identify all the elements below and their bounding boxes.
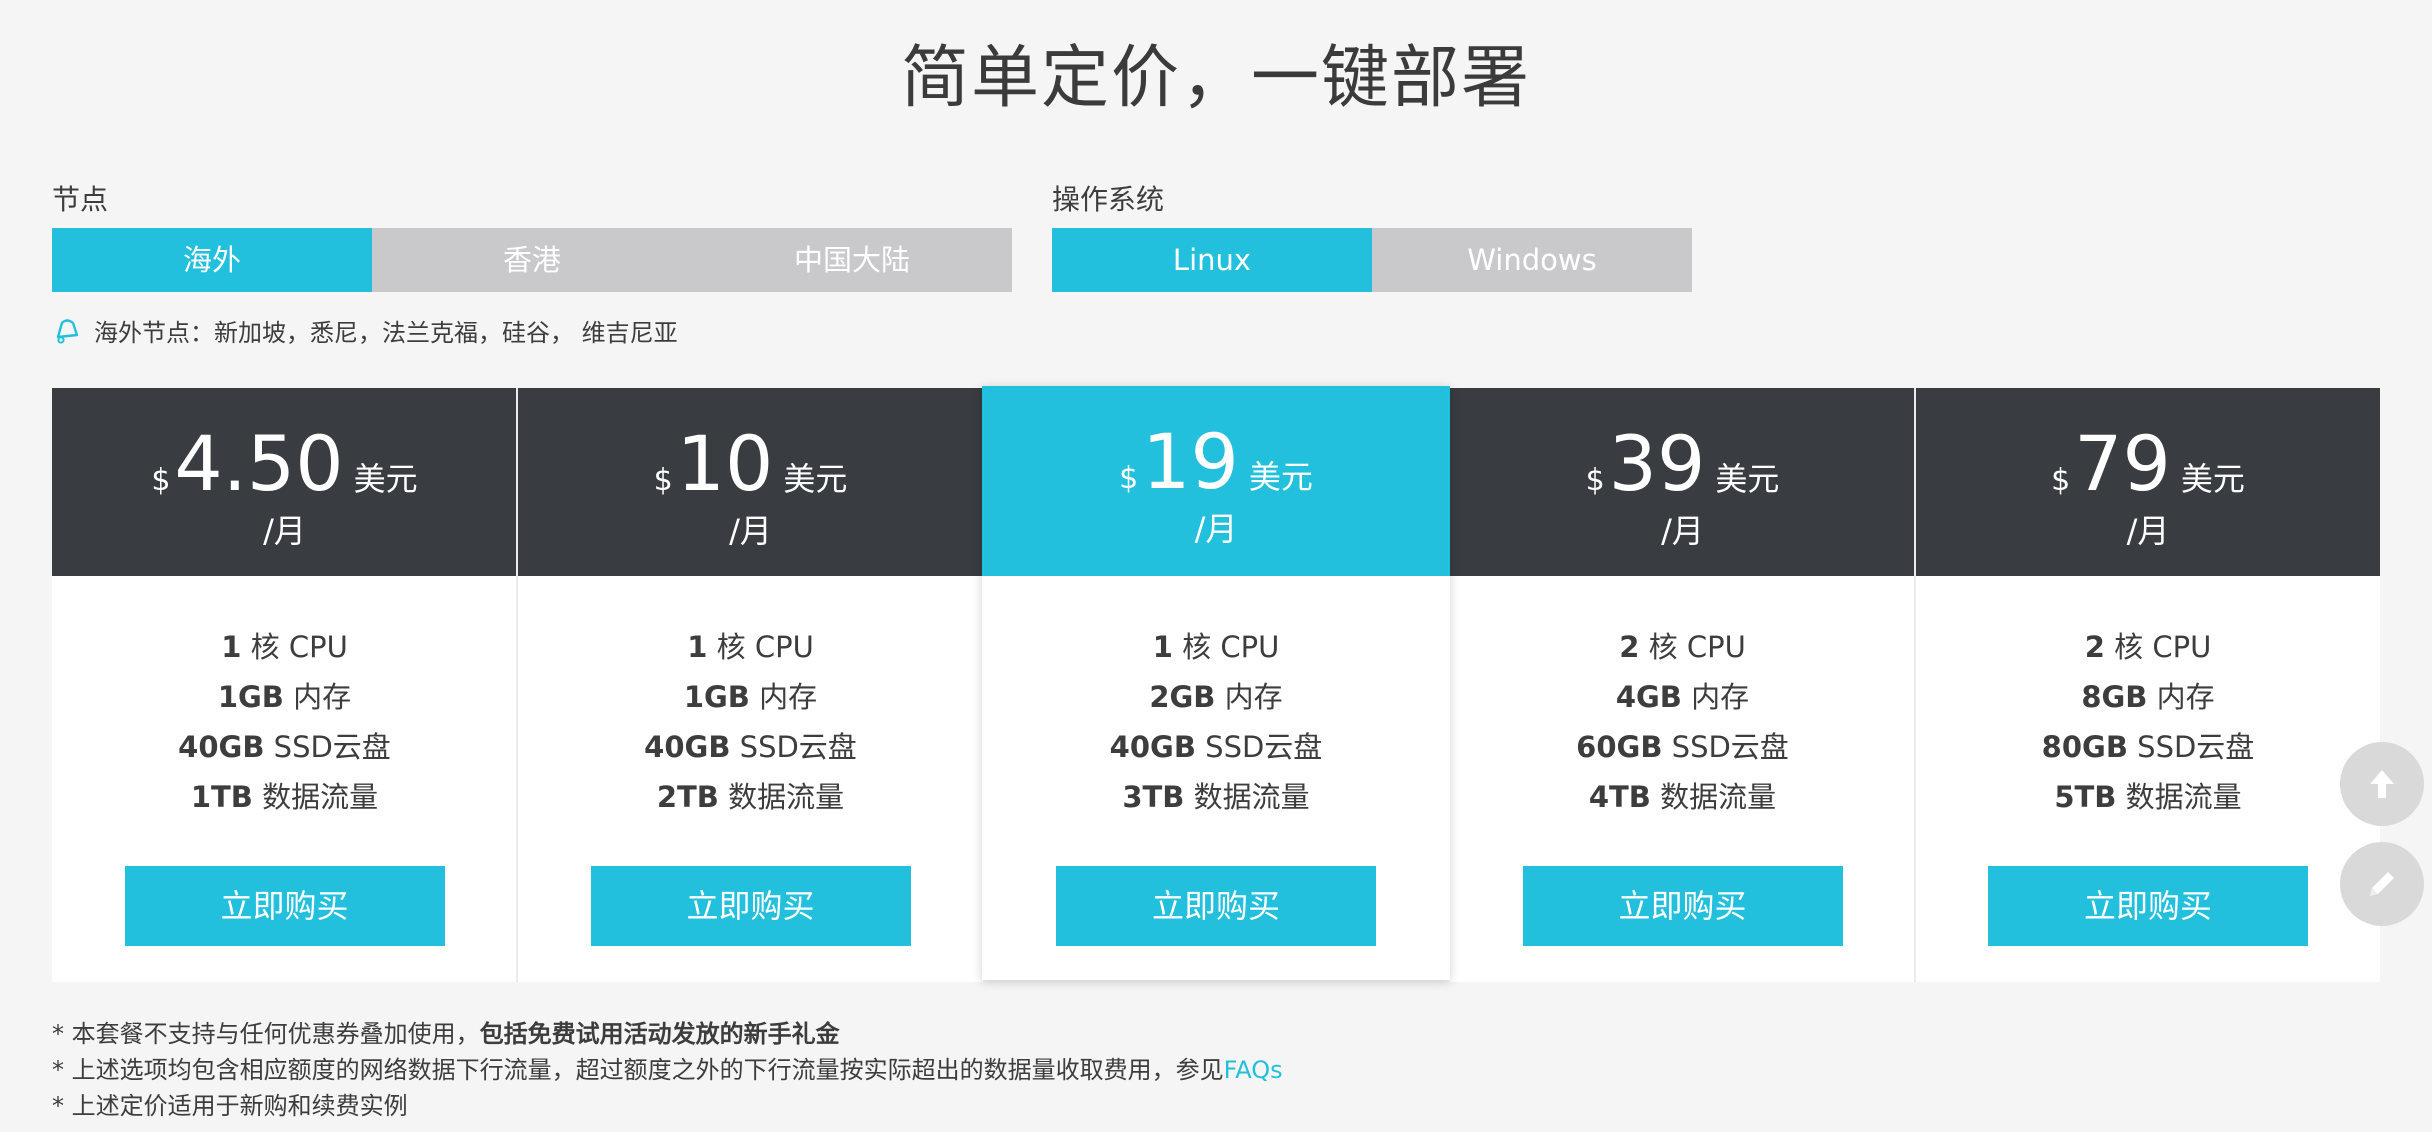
node-label: 节点 (52, 183, 109, 216)
spec-cpu: 1 核 CPU (221, 630, 348, 664)
price-unit: 美元 (353, 460, 418, 498)
price-period: /月 (1194, 510, 1238, 548)
price-unit: 美元 (2180, 460, 2245, 498)
plan-card: $ 10 美元 /月 1 核 CPU 1GB 内存 40GB SSD云盘 2TB… (518, 388, 983, 982)
price-amount: 4.50 (174, 419, 344, 508)
spec-traffic: 1TB 数据流量 (190, 780, 379, 814)
buy-now-button[interactable]: 立即购买 (590, 866, 911, 946)
buy-now-button[interactable]: 立即购买 (1988, 866, 2308, 946)
plan-price-header: $ 4.50 美元 /月 (52, 388, 517, 576)
price-period: /月 (1661, 512, 1704, 550)
plan-specs: 2 核 CPU 8GB 内存 80GB SSD云盘 5TB 数据流量 立即购买 (1916, 576, 2380, 946)
os-selector: Linux Windows (1052, 228, 1692, 292)
plan-card: $ 79 美元 /月 2 核 CPU 8GB 内存 80GB SSD云盘 5TB… (1916, 388, 2380, 982)
plan-price-header: $ 10 美元 /月 (518, 388, 983, 576)
faqs-link[interactable]: FAQs (1224, 1056, 1283, 1084)
plan-specs: 1 核 CPU 1GB 内存 40GB SSD云盘 1TB 数据流量 立即购买 (52, 576, 517, 946)
plan-card-featured: $ 19 美元 /月 1 核 CPU 2GB 内存 40GB SSD云盘 3TB… (982, 386, 1450, 980)
node-option-mainland[interactable]: 中国大陆 (692, 228, 1012, 292)
currency-symbol: $ (1119, 461, 1139, 496)
currency-symbol: $ (1585, 463, 1605, 498)
spec-memory: 1GB 内存 (683, 680, 818, 714)
spec-disk: 40GB SSD云盘 (178, 730, 391, 764)
spec-traffic: 5TB 数据流量 (2054, 780, 2242, 814)
price-amount: 39 (1608, 419, 1706, 508)
spec-disk: 60GB SSD云盘 (1576, 730, 1789, 764)
price-amount: 19 (1142, 417, 1239, 506)
spec-cpu: 1 核 CPU (687, 630, 814, 664)
buy-now-button[interactable]: 立即购买 (1522, 866, 1843, 946)
spec-cpu: 2 核 CPU (2084, 630, 2212, 664)
footnote-traffic: * 上述选项均包含相应额度的网络数据下行流量，超过额度之外的下行流量按实际超出的… (52, 1056, 1283, 1084)
price-unit: 美元 (783, 460, 848, 498)
plan-price-header: $ 19 美元 /月 (982, 386, 1450, 576)
plan-card: $ 39 美元 /月 2 核 CPU 4GB 内存 60GB SSD云盘 4TB… (1450, 388, 1915, 982)
spec-cpu: 2 核 CPU (1619, 630, 1746, 664)
spec-memory: 8GB 内存 (2081, 680, 2215, 714)
price-unit: 美元 (1248, 458, 1313, 496)
pencil-icon (2370, 872, 2394, 896)
plan-divider (1914, 388, 1916, 982)
price-period: /月 (263, 512, 306, 550)
scroll-top-button[interactable] (2340, 742, 2424, 826)
spec-cpu: 1 核 CPU (1152, 630, 1280, 664)
pricing-plans: $ 4.50 美元 /月 1 核 CPU 1GB 内存 40GB SSD云盘 1… (52, 386, 2380, 982)
node-note: 海外节点：新加坡，悉尼，法兰克福，硅谷， 维吉尼亚 (52, 310, 678, 350)
spec-disk: 40GB SSD云盘 (1109, 730, 1323, 764)
plan-divider (516, 388, 518, 982)
price-amount: 10 (676, 419, 774, 508)
price-amount: 79 (2074, 419, 2171, 508)
plan-price-header: $ 79 美元 /月 (1916, 388, 2380, 576)
plan-specs: 1 核 CPU 1GB 内存 40GB SSD云盘 2TB 数据流量 立即购买 (518, 576, 983, 946)
footnote-coupon: * 本套餐不支持与任何优惠券叠加使用，包括免费试用活动发放的新手礼金 (52, 1020, 840, 1048)
feedback-button[interactable] (2340, 842, 2424, 926)
node-note-text: 海外节点：新加坡，悉尼，法兰克福，硅谷， 维吉尼亚 (94, 318, 678, 347)
plan-price-header: $ 39 美元 /月 (1450, 388, 1915, 576)
spec-disk: 80GB SSD云盘 (2041, 730, 2255, 764)
spec-memory: 1GB 内存 (217, 680, 352, 714)
os-option-windows[interactable]: Windows (1372, 228, 1692, 292)
spec-disk: 40GB SSD云盘 (644, 730, 857, 764)
spec-traffic: 2TB 数据流量 (656, 780, 845, 814)
price-period: /月 (2126, 512, 2170, 550)
buy-now-button[interactable]: 立即购买 (124, 866, 445, 946)
page-title: 简单定价，一键部署 (900, 39, 1531, 118)
plan-specs: 2 核 CPU 4GB 内存 60GB SSD云盘 4TB 数据流量 立即购买 (1450, 576, 1915, 946)
os-label: 操作系统 (1052, 183, 1165, 216)
price-period: /月 (729, 512, 772, 550)
currency-symbol: $ (653, 463, 673, 498)
arrow-up-icon (2370, 770, 2394, 798)
currency-symbol: $ (151, 463, 171, 498)
node-option-overseas[interactable]: 海外 (52, 228, 372, 292)
currency-symbol: $ (2051, 463, 2071, 498)
footnotes: * 本套餐不支持与任何优惠券叠加使用，包括免费试用活动发放的新手礼金 * 上述选… (52, 1016, 1283, 1124)
node-option-hongkong[interactable]: 香港 (372, 228, 692, 292)
price-unit: 美元 (1715, 460, 1780, 498)
plan-card: $ 4.50 美元 /月 1 核 CPU 1GB 内存 40GB SSD云盘 1… (52, 388, 517, 982)
node-selector: 海外 香港 中国大陆 (52, 228, 1012, 292)
spec-traffic: 3TB 数据流量 (1122, 780, 1310, 814)
spec-memory: 2GB 内存 (1149, 680, 1283, 714)
spec-memory: 4GB 内存 (1615, 680, 1750, 714)
spec-traffic: 4TB 数据流量 (1588, 780, 1777, 814)
buy-now-button[interactable]: 立即购买 (1056, 866, 1376, 946)
plan-specs: 1 核 CPU 2GB 内存 40GB SSD云盘 3TB 数据流量 立即购买 (982, 576, 1450, 946)
bell-icon (56, 319, 79, 344)
footnote-renewal: * 上述定价适用于新购和续费实例 (52, 1092, 408, 1120)
os-option-linux[interactable]: Linux (1052, 228, 1372, 292)
